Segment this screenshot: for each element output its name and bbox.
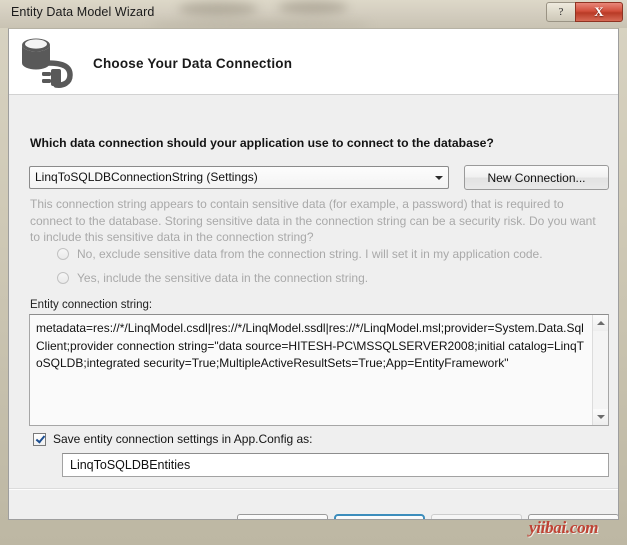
wizard-client-area: Choose Your Data Connection Which data c… — [8, 28, 619, 520]
radio-button-icon — [57, 248, 69, 260]
wizard-body: Which data connection should your applic… — [9, 96, 618, 519]
app-config-name-input[interactable]: LinqToSQLDBEntities — [62, 453, 609, 477]
previous-button[interactable]: < Previous — [237, 514, 328, 519]
page-title: Choose Your Data Connection — [93, 56, 293, 71]
radio-include-sensitive-data[interactable]: Yes, include the sensitive data in the c… — [57, 271, 368, 285]
desktop-blur-artifact — [178, 2, 258, 16]
database-plug-icon — [22, 38, 73, 88]
finish-button: Finish — [431, 514, 522, 519]
radio-include-label: Yes, include the sensitive data in the c… — [77, 271, 369, 285]
connection-string-dropdown[interactable]: LinqToSQLDBConnectionString (Settings) — [29, 166, 449, 189]
title-bar[interactable]: Entity Data Model Wizard ? X — [0, 0, 627, 28]
entity-connection-string-label: Entity connection string: — [30, 299, 153, 311]
footer-divider-highlight — [9, 489, 618, 490]
close-button[interactable]: X — [575, 2, 623, 22]
radio-exclude-label: No, exclude sensitive data from the conn… — [77, 247, 543, 261]
radio-exclude-sensitive-data[interactable]: No, exclude sensitive data from the conn… — [57, 247, 543, 261]
next-button[interactable]: Next > — [334, 514, 425, 519]
desktop-blur-artifact — [150, 21, 370, 28]
question-label: Which data connection should your applic… — [30, 136, 494, 150]
connection-string-dropdown-value: LinqToSQLDBConnectionString (Settings) — [35, 170, 258, 184]
watermark: yiibai.com — [529, 518, 599, 537]
radio-button-icon — [57, 272, 69, 284]
window-title: Entity Data Model Wizard — [11, 5, 155, 19]
desktop-blur-artifact — [278, 1, 348, 14]
save-settings-label: Save entity connection settings in App.C… — [53, 432, 313, 446]
sensitive-data-description: This connection string appears to contai… — [30, 197, 596, 244]
help-button[interactable]: ? — [546, 2, 576, 22]
wizard-window: Entity Data Model Wizard ? X Choose Your… — [0, 0, 627, 545]
entity-connection-string-textarea[interactable]: metadata=res://*/LinqModel.csdl|res://*/… — [29, 314, 609, 426]
textarea-scrollbar[interactable] — [592, 315, 608, 425]
chevron-down-icon[interactable] — [430, 167, 448, 188]
triangle-up-icon[interactable] — [593, 315, 608, 331]
wizard-header: Choose Your Data Connection — [9, 29, 618, 95]
save-settings-checkbox-row[interactable]: Save entity connection settings in App.C… — [33, 432, 313, 446]
triangle-down-icon[interactable] — [593, 409, 608, 425]
new-connection-button[interactable]: New Connection... — [464, 165, 609, 190]
entity-connection-string-value: metadata=res://*/LinqModel.csdl|res://*/… — [36, 321, 584, 370]
save-settings-checkbox[interactable] — [33, 432, 46, 446]
window-controls: ? X — [546, 2, 623, 22]
